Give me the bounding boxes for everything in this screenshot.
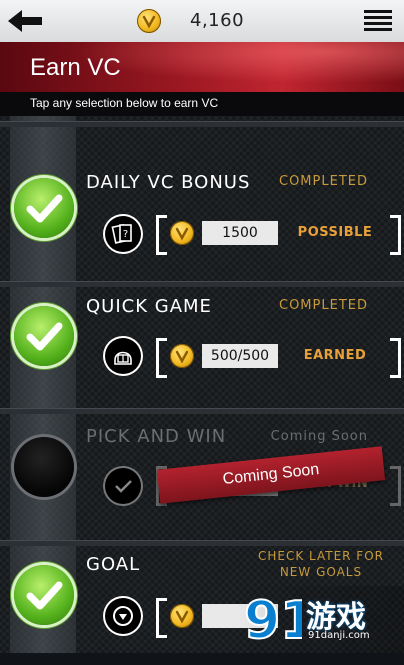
vc-balance: 4,160 [190,10,245,31]
completed-check-icon [14,178,74,238]
task-title-goal: GOAL [86,554,141,575]
target-icon [105,598,141,634]
hamburger-menu-icon [364,10,392,13]
menu-button[interactable] [364,10,392,32]
vc-coin-icon [170,344,194,368]
page-title: Earn VC [30,54,121,81]
reward-value: 500/500 [202,344,278,368]
reward-bracket-left [156,215,167,255]
reward-bracket-left [156,598,167,638]
page-banner: Earn VC [0,42,404,92]
earn-vc-list: DAILY VC BONUS COMPLETED ? 1500 POSSIBLE… [0,116,404,653]
task-title-quick-game: QUICK GAME [86,296,212,317]
vc-coin-icon [170,604,194,628]
site-logo: 91 [242,588,317,652]
reward-bracket-right [390,466,401,506]
svg-text:91: 91 [244,591,302,648]
completed-check-icon [14,565,74,625]
reward-bracket-left [156,338,167,378]
task-status-pick-and-win: Coming Soon [270,429,368,444]
checkmark-icon [105,468,141,504]
task-status-daily-vc-bonus: COMPLETED [279,174,368,189]
menu-line [364,22,392,25]
task-status-goal-line1: CHECK LATER FOR [257,549,384,563]
task-status-goal: CHECK LATER FOR NEW GOALS [258,548,384,580]
reward-label: EARNED [303,348,367,363]
reward-label: POSSIBLE [297,225,373,240]
top-bar: 4,160 [0,0,404,43]
menu-line [364,28,392,31]
back-button[interactable] [6,8,46,34]
subtitle-bar: Tap any selection below to earn VC [0,92,404,116]
task-status-goal-line2: NEW GOALS [279,565,363,579]
completed-check-icon [14,306,74,366]
watermark-url: 91danji.com [308,630,370,641]
vc-coin-icon [170,221,194,245]
reward-bracket-right [390,338,401,378]
page-subtitle: Tap any selection below to earn VC [30,96,219,110]
vc-coin-icon [137,9,161,33]
row-divider [0,121,404,127]
svg-text:?: ? [123,229,128,240]
task-title-daily-vc-bonus: DAILY VC BONUS [86,172,251,193]
player-helmet-icon [105,338,141,374]
task-title-pick-and-win: PICK AND WIN [86,426,227,447]
menu-line [364,16,392,19]
locked-circle-icon [14,437,74,497]
reward-value: 1500 [202,221,278,245]
site-watermark: 91 游戏 91danji.com [238,586,404,653]
task-status-quick-game: COMPLETED [279,298,368,313]
reward-bracket-right [390,215,401,255]
card-question-icon: ? [105,216,141,252]
back-arrow-icon [8,10,42,32]
